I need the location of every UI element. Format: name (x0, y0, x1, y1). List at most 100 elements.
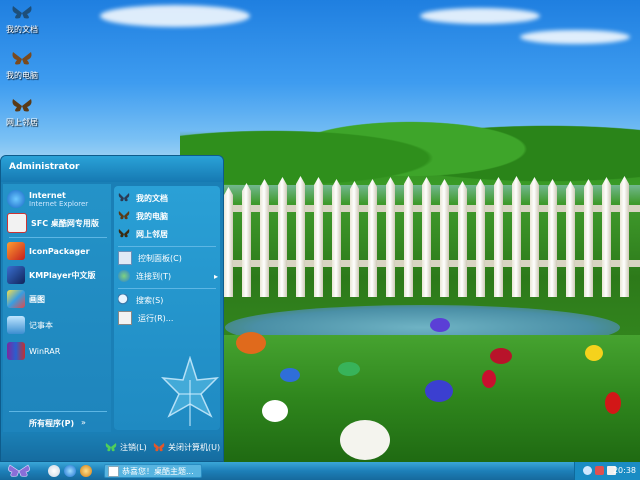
trees (180, 95, 640, 185)
all-programs-button[interactable]: 所有程序(P) (29, 418, 74, 429)
menu-connect-to[interactable]: 连接到(T) ▸ (118, 268, 218, 284)
start-button[interactable] (2, 463, 36, 479)
all-programs-arrow-icon: » (81, 418, 86, 427)
desktop-icon-my-documents[interactable]: 我的文档 (4, 4, 40, 35)
quick-launch-ie-icon[interactable] (64, 465, 76, 477)
grass (210, 335, 640, 462)
butterfly (430, 318, 450, 332)
menu-label: 搜索(S) (136, 295, 164, 305)
picket-fence (222, 175, 640, 297)
cloud (100, 5, 250, 27)
butterfly-icon (12, 6, 32, 19)
program-sfc[interactable]: SFC 桌酷网专用版 (7, 212, 111, 234)
menu-label: 连接到(T) (136, 271, 172, 281)
program-winrar[interactable]: WinRAR (7, 340, 111, 362)
logoff-button[interactable]: 注销(L) (105, 442, 147, 453)
separator (9, 237, 107, 238)
program-sublabel: Internet Explorer (29, 199, 89, 208)
butterfly (425, 380, 453, 402)
butterfly-icon (105, 443, 117, 452)
desktop-icon-label: 我的电脑 (6, 71, 38, 80)
butterfly (490, 348, 512, 364)
desktop-icon-label: 我的文档 (6, 25, 38, 34)
control-panel-icon (118, 251, 132, 265)
program-label: IconPackager (29, 246, 90, 256)
search-icon (118, 294, 130, 306)
program-label: SFC 桌酷网专用版 (31, 218, 99, 228)
menu-label: 我的文档 (136, 193, 168, 203)
program-label: Internet (29, 190, 66, 200)
butterfly-icon (118, 193, 130, 202)
menu-my-computer[interactable]: 我的电脑 (118, 208, 218, 224)
menu-run[interactable]: 运行(R)... (118, 310, 218, 326)
winrar-icon (7, 342, 25, 360)
separator (118, 246, 216, 247)
flower (585, 345, 603, 361)
menu-label: 运行(R)... (138, 313, 174, 323)
program-label: 记事本 (29, 320, 53, 330)
security-tray-icon[interactable] (595, 466, 604, 475)
menu-search[interactable]: 搜索(S) (118, 292, 218, 308)
notepad-icon (7, 316, 25, 334)
program-iconpackager[interactable]: IconPackager (7, 240, 111, 262)
window-icon (108, 465, 119, 477)
program-notepad[interactable]: 记事本 (7, 314, 111, 336)
flower (262, 400, 288, 422)
taskbar-window-button[interactable]: 恭喜您！桌酷主题... (104, 464, 202, 478)
globe-icon (118, 270, 130, 282)
internet-explorer-icon (7, 190, 25, 208)
program-paint[interactable]: 画图 (7, 288, 111, 310)
bird (338, 362, 360, 376)
program-label: 画图 (29, 294, 45, 304)
menu-label: 我的电脑 (136, 211, 168, 221)
user-name: Administrator (9, 162, 80, 172)
butterfly-icon (118, 211, 130, 220)
system-tray: 20:38 (574, 462, 640, 480)
butterfly-icon (12, 52, 32, 65)
cloud (520, 30, 630, 44)
program-kmplayer[interactable]: KMPlayer中文版 (7, 264, 111, 286)
butterfly-icon (118, 229, 130, 238)
cloud (420, 8, 540, 24)
program-internet[interactable]: Internet Internet Explorer (7, 188, 111, 210)
leaf-decoration-icon (161, 356, 219, 426)
separator (118, 288, 216, 289)
flower (482, 370, 496, 388)
shutdown-button[interactable]: 关闭计算机(U) (153, 442, 220, 453)
kmplayer-icon (7, 266, 25, 284)
paint-icon (7, 290, 25, 308)
program-label: KMPlayer中文版 (29, 270, 96, 280)
iconpackager-icon (7, 242, 25, 260)
quick-launch-media-icon[interactable] (80, 465, 92, 477)
desktop-icon-my-computer[interactable]: 我的电脑 (4, 50, 40, 81)
menu-control-panel[interactable]: 控制面板(C) (118, 250, 218, 266)
separator (9, 411, 107, 412)
taskbar-window-label: 恭喜您！桌酷主题... (122, 466, 194, 476)
menu-my-documents[interactable]: 我的文档 (118, 190, 218, 206)
run-icon (118, 311, 132, 325)
butterfly-icon (153, 443, 165, 452)
butterfly-icon (12, 99, 32, 112)
bird (280, 368, 300, 382)
sfc-icon (7, 213, 27, 233)
shutdown-label: 关闭计算机(U) (168, 443, 221, 452)
clock[interactable]: 20:38 (613, 466, 636, 475)
flower (340, 420, 390, 460)
network-tray-icon[interactable] (583, 466, 592, 475)
start-menu-header: Administrator (1, 156, 223, 182)
taskbar: 恭喜您！桌酷主题... 20:38 (0, 462, 640, 480)
desktop-icon-network[interactable]: 网上邻居 (4, 97, 40, 128)
submenu-arrow-icon: ▸ (213, 271, 218, 281)
desktop-icon-label: 网上邻居 (6, 118, 38, 127)
menu-label: 网上邻居 (136, 229, 168, 239)
start-menu-left-pane: Internet Internet Explorer SFC 桌酷网专用版 Ic… (3, 184, 111, 432)
start-menu: Administrator Internet Internet Explorer… (0, 155, 224, 462)
program-label: WinRAR (29, 346, 61, 356)
logoff-label: 注销(L) (120, 443, 147, 452)
flower (605, 392, 621, 414)
menu-label: 控制面板(C) (138, 253, 182, 263)
menu-network[interactable]: 网上邻居 (118, 226, 218, 242)
start-menu-footer: 注销(L) 关闭计算机(U) (1, 434, 223, 461)
quick-launch-desktop-icon[interactable] (48, 465, 60, 477)
butterfly (236, 332, 266, 354)
